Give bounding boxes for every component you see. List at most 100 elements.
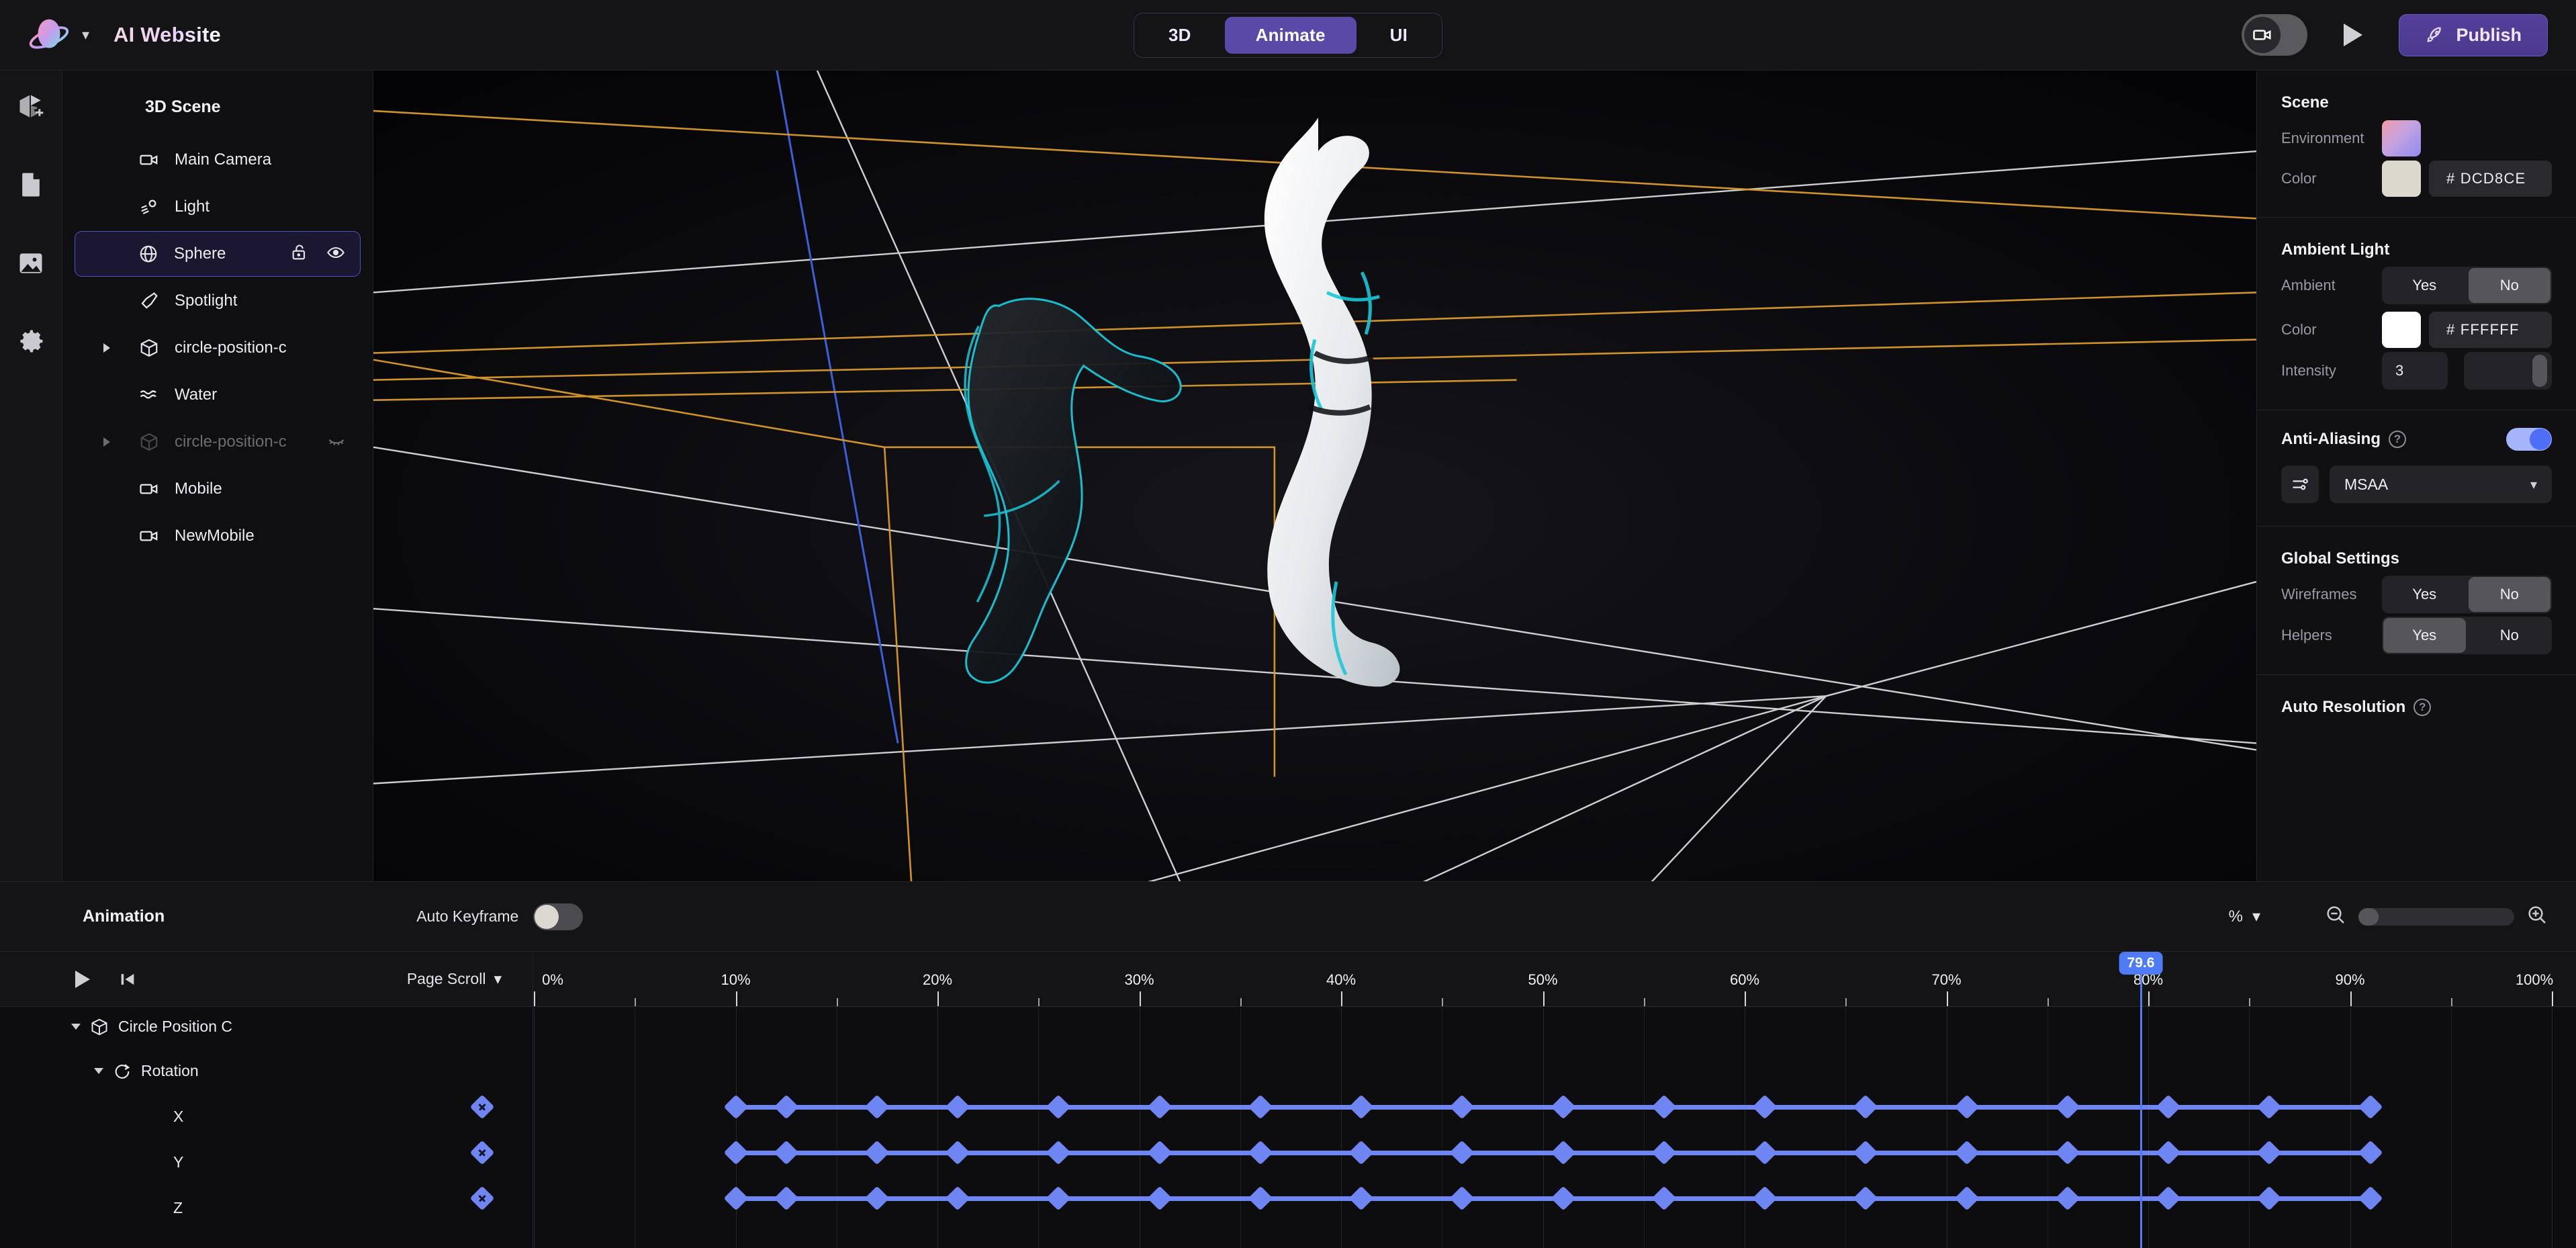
timeline-channel-label: Y — [173, 1153, 184, 1171]
scene-tree-panel: 3D Scene Main Camera Light Sphere Spotli… — [62, 71, 373, 881]
wireframes-no-option[interactable]: No — [2468, 577, 2550, 612]
tab-animate[interactable]: Animate — [1224, 16, 1356, 54]
anti-aliasing-toggle[interactable] — [2506, 428, 2552, 451]
chevron-down-icon: ▾ — [2530, 477, 2537, 492]
tree-item-main-camera[interactable]: Main Camera — [75, 137, 361, 183]
timeline-gridline — [1240, 1007, 1241, 1248]
tree-item-light[interactable]: Light — [75, 184, 361, 230]
ambient-no-option[interactable]: No — [2468, 268, 2550, 303]
tree-item-water[interactable]: Water — [75, 372, 361, 418]
tree-item-label: Water — [175, 386, 218, 404]
tree-item-mobile[interactable]: Mobile — [75, 466, 361, 512]
chevron-down-icon[interactable] — [94, 1068, 103, 1074]
timeline-play-button[interactable] — [75, 970, 90, 988]
tab-ui[interactable]: UI — [1359, 17, 1438, 54]
anti-aliasing-method-row: MSAA ▾ — [2281, 456, 2552, 526]
tab-3d[interactable]: 3D — [1138, 17, 1222, 54]
ambient-color-swatch[interactable] — [2382, 312, 2421, 348]
tree-item-label: Main Camera — [175, 150, 272, 169]
timeline-property-row[interactable]: Rotation — [0, 1053, 2576, 1089]
chevron-down-icon[interactable] — [71, 1024, 81, 1030]
section-title-scene: Scene — [2281, 93, 2329, 112]
wireframes-label: Wireframes — [2281, 586, 2357, 603]
ruler-tick-label: 90% — [2335, 971, 2365, 988]
chevron-right-icon[interactable] — [103, 437, 110, 447]
timeline-gridline — [1643, 1007, 1645, 1248]
timeline-ruler[interactable]: 0% 10% 20% 30% 40% 50% 60% 70% 80% 90% 100% — [533, 952, 2576, 1007]
intensity-slider[interactable] — [2464, 352, 2552, 390]
zoom-out-icon[interactable] — [2325, 904, 2346, 929]
auto-keyframe-control: Auto Keyframe — [416, 903, 584, 930]
sliders-icon[interactable] — [2281, 465, 2319, 503]
preview-play-button[interactable] — [2344, 24, 2363, 46]
auto-keyframe-toggle[interactable] — [533, 903, 584, 930]
3d-viewport[interactable] — [373, 71, 2256, 881]
intensity-label: Intensity — [2281, 362, 2336, 379]
image-icon[interactable] — [13, 245, 49, 281]
intensity-value-field[interactable]: 3 — [2382, 352, 2448, 390]
scene-tree-title: 3D Scene — [145, 97, 221, 116]
tree-item-circle-position-c-2[interactable]: circle-position-c — [75, 419, 361, 465]
environment-swatch[interactable] — [2382, 120, 2421, 157]
zoom-in-icon[interactable] — [2526, 904, 2548, 929]
unit-selector[interactable]: % ▾ — [2229, 907, 2260, 926]
timeline-group-label: Circle Position C — [118, 1018, 232, 1035]
unlock-icon[interactable] — [290, 243, 309, 265]
timeline-group-row[interactable]: Circle Position C — [0, 1008, 2576, 1045]
playhead[interactable] — [2140, 952, 2142, 1248]
scene-color-hex-field[interactable]: # DCD8CE — [2429, 161, 2552, 197]
camera-toggle[interactable] — [2242, 14, 2308, 56]
ambient-color-hex-field[interactable]: # FFFFFF — [2429, 312, 2552, 348]
anti-aliasing-header: Anti-Aliasing ? — [2281, 410, 2552, 456]
tree-item-sphere[interactable]: Sphere — [75, 231, 361, 277]
top-bar: ▾ AI Website 3D Animate UI Publish — [0, 0, 2576, 71]
wireframes-yes-option[interactable]: Yes — [2383, 577, 2466, 612]
gear-icon[interactable] — [13, 323, 49, 359]
file-icon[interactable] — [13, 167, 49, 204]
skip-to-start-icon[interactable] — [118, 970, 137, 989]
zoom-slider[interactable] — [2358, 907, 2514, 926]
ruler-tick-label: 40% — [1326, 971, 1356, 988]
ruler-tick-minor — [635, 998, 637, 1006]
helpers-label: Helpers — [2281, 627, 2332, 643]
ruler-tick-label: 60% — [1729, 971, 1760, 988]
helpers-yes-option[interactable]: Yes — [2383, 618, 2466, 653]
trigger-selector[interactable]: Page Scroll ▾ — [407, 970, 502, 988]
question-circle-icon[interactable]: ? — [2413, 699, 2432, 716]
question-circle-icon[interactable]: ? — [2389, 431, 2406, 448]
chevron-down-icon: ▾ — [494, 970, 502, 987]
ruler-tick-minor — [1643, 998, 1645, 1006]
timeline-gridline — [1341, 1007, 1342, 1248]
row-ambient: Ambient Yes No — [2281, 263, 2552, 308]
timeline-channel-label: Z — [173, 1199, 183, 1216]
page-title: AI Website — [113, 23, 221, 46]
tree-item-circle-position-c-1[interactable]: circle-position-c — [75, 325, 361, 371]
timeline-gridline — [1543, 1007, 1544, 1248]
anti-aliasing-method-select[interactable]: MSAA ▾ — [2330, 465, 2552, 503]
scene-tree-list: Main Camera Light Sphere Spotlight circl… — [62, 137, 373, 559]
ambient-yes-option[interactable]: Yes — [2383, 268, 2466, 303]
chevron-right-icon[interactable] — [103, 343, 110, 353]
eye-icon[interactable] — [326, 243, 345, 265]
timeline-channel-row-z[interactable]: Z — [0, 1190, 2576, 1227]
playhead-value-chip[interactable]: 79.6 — [2119, 952, 2163, 975]
auto-keyframe-label: Auto Keyframe — [416, 907, 519, 925]
helpers-no-option[interactable]: No — [2469, 618, 2551, 653]
add-cube-icon[interactable] — [13, 89, 49, 126]
auto-resolution-header: Auto Resolution ? — [2281, 675, 2552, 721]
scene-color-swatch[interactable] — [2382, 161, 2421, 197]
tree-item-spotlight[interactable]: Spotlight — [75, 278, 361, 324]
timeline-channel-row-y[interactable]: Y — [0, 1144, 2576, 1181]
chevron-down-icon: ▾ — [2252, 907, 2260, 926]
globe-icon — [138, 244, 165, 264]
chevron-down-icon[interactable]: ▾ — [82, 28, 89, 42]
brand-block[interactable]: ▾ AI Website — [0, 14, 221, 56]
eye-off-icon[interactable] — [327, 431, 346, 453]
tree-item-newmobile[interactable]: NewMobile — [75, 513, 361, 559]
zoom-slider-thumb[interactable] — [2358, 907, 2379, 926]
animation-header: Animation Auto Keyframe % ▾ — [0, 881, 2576, 952]
publish-button[interactable]: Publish — [2399, 13, 2548, 56]
timeline-channel-row-x[interactable]: X — [0, 1098, 2576, 1135]
intensity-slider-thumb[interactable] — [2532, 355, 2548, 387]
auto-resolution-title: Auto Resolution — [2281, 698, 2406, 716]
